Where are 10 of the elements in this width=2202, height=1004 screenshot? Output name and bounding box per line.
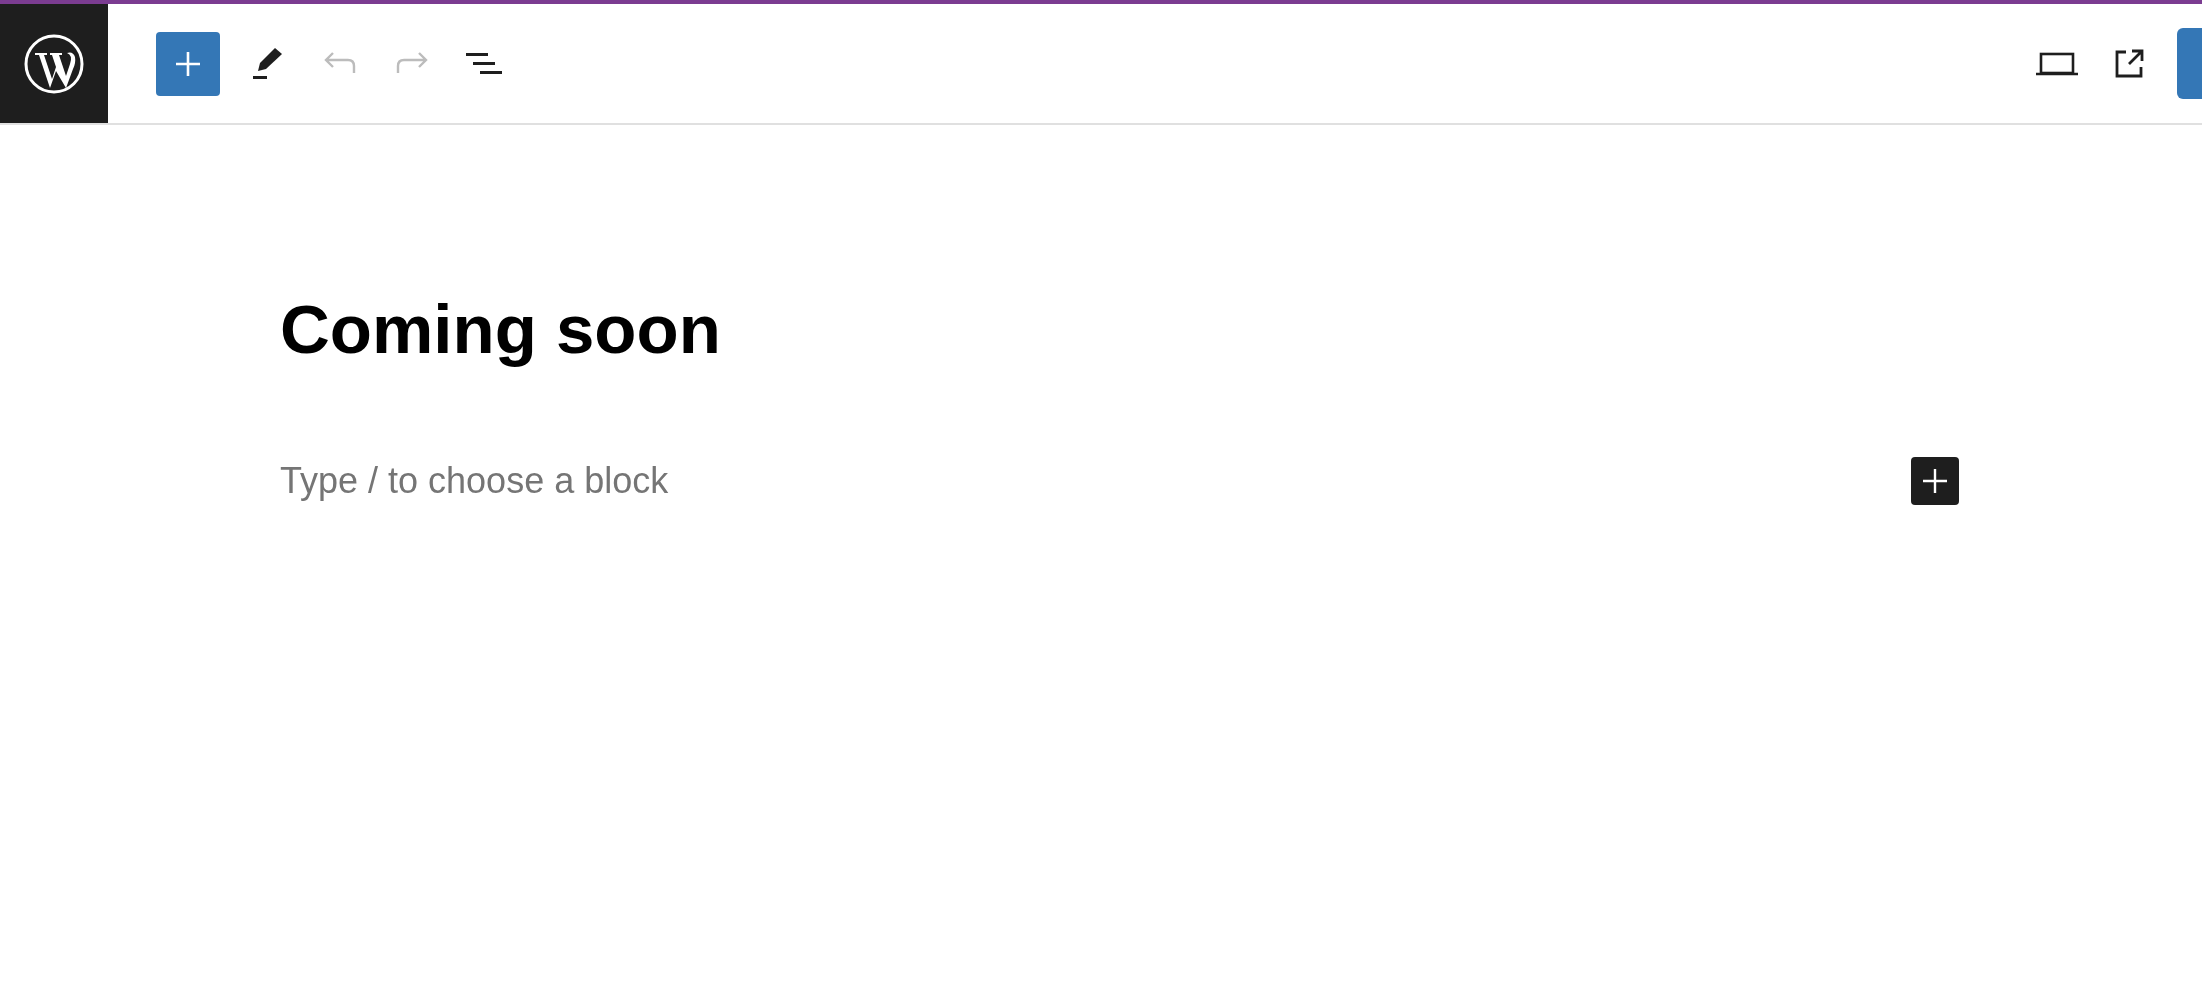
- site-logo-button[interactable]: [0, 4, 108, 123]
- plus-icon: [174, 49, 202, 78]
- pencil-icon: [253, 47, 283, 80]
- laptop-icon: [2036, 51, 2078, 76]
- add-block-button[interactable]: [1911, 457, 1959, 505]
- external-link-icon: [2113, 47, 2145, 80]
- block-placeholder[interactable]: Type / to choose a block: [280, 454, 669, 508]
- wordpress-logo-icon: [23, 32, 85, 95]
- list-view-icon: [466, 50, 502, 77]
- plus-icon: [1922, 468, 1948, 494]
